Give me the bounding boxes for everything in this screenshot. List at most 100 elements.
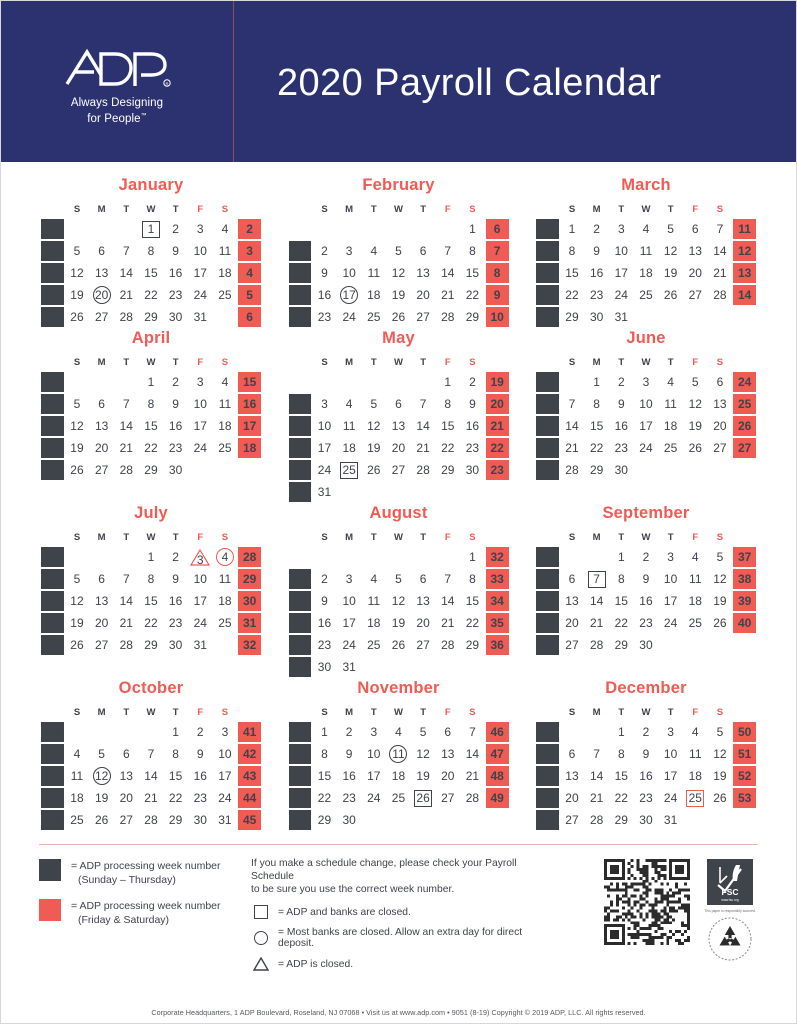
calendar-day[interactable]: 25	[684, 788, 707, 808]
calendar-day[interactable]: 8	[610, 744, 633, 764]
calendar-day[interactable]: 4	[659, 372, 682, 392]
calendar-day[interactable]: 5	[412, 722, 435, 742]
calendar-day[interactable]: 9	[164, 569, 187, 589]
calendar-day[interactable]: 5	[709, 547, 732, 567]
calendar-day[interactable]: 23	[313, 635, 336, 655]
calendar-day[interactable]: 17	[659, 766, 682, 786]
calendar-day[interactable]: 18	[214, 416, 237, 436]
calendar-day[interactable]: 24	[189, 438, 212, 458]
calendar-day[interactable]: 16	[461, 416, 484, 436]
calendar-day[interactable]: 27	[684, 285, 707, 305]
calendar-day[interactable]: 12	[362, 416, 385, 436]
calendar-day[interactable]: 16	[313, 613, 336, 633]
calendar-day[interactable]: 10	[338, 263, 361, 283]
calendar-day[interactable]: 28	[461, 788, 484, 808]
calendar-day[interactable]: 25	[214, 285, 237, 305]
calendar-day[interactable]: 16	[164, 591, 187, 611]
calendar-day[interactable]: 28	[709, 285, 732, 305]
calendar-day[interactable]: 2	[585, 219, 608, 239]
calendar-day[interactable]: 6	[115, 744, 138, 764]
calendar-day[interactable]: 3	[659, 722, 682, 742]
calendar-day[interactable]: 29	[585, 460, 608, 480]
calendar-day[interactable]: 30	[313, 657, 336, 677]
calendar-day[interactable]: 21	[709, 263, 732, 283]
calendar-day[interactable]: 26	[412, 788, 435, 808]
calendar-day[interactable]: 22	[561, 285, 584, 305]
calendar-day[interactable]: 23	[338, 788, 361, 808]
calendar-day[interactable]: 30	[635, 810, 658, 830]
calendar-day[interactable]: 28	[561, 460, 584, 480]
calendar-day[interactable]: 1	[436, 372, 459, 392]
calendar-day[interactable]: 8	[140, 241, 163, 261]
calendar-day[interactable]: 21	[436, 285, 459, 305]
calendar-day[interactable]: 13	[412, 263, 435, 283]
calendar-day[interactable]: 14	[461, 744, 484, 764]
calendar-day[interactable]: 14	[115, 591, 138, 611]
calendar-day[interactable]: 3	[189, 372, 212, 392]
calendar-day[interactable]: 22	[140, 285, 163, 305]
calendar-day[interactable]: 3	[338, 569, 361, 589]
calendar-day[interactable]: 23	[585, 285, 608, 305]
calendar-day[interactable]: 3	[610, 219, 633, 239]
calendar-day[interactable]: 28	[585, 635, 608, 655]
calendar-day[interactable]: 27	[709, 438, 732, 458]
calendar-day[interactable]: 30	[164, 307, 187, 327]
calendar-day[interactable]: 29	[140, 635, 163, 655]
calendar-day[interactable]: 26	[66, 460, 89, 480]
calendar-day[interactable]: 19	[709, 591, 732, 611]
calendar-day[interactable]: 7	[585, 744, 608, 764]
calendar-day[interactable]: 31	[610, 307, 633, 327]
calendar-day[interactable]: 9	[461, 394, 484, 414]
calendar-day[interactable]: 8	[610, 569, 633, 589]
calendar-day[interactable]: 10	[313, 416, 336, 436]
calendar-day[interactable]: 1	[561, 219, 584, 239]
calendar-day[interactable]: 19	[387, 285, 410, 305]
calendar-day[interactable]: 19	[66, 613, 89, 633]
calendar-day[interactable]: 18	[338, 438, 361, 458]
calendar-day[interactable]: 22	[313, 788, 336, 808]
calendar-day[interactable]: 15	[313, 766, 336, 786]
calendar-day[interactable]: 11	[387, 744, 410, 764]
calendar-day[interactable]: 10	[338, 591, 361, 611]
calendar-day[interactable]: 7	[585, 569, 608, 589]
calendar-day[interactable]: 29	[610, 635, 633, 655]
calendar-day[interactable]: 3	[313, 394, 336, 414]
calendar-day[interactable]: 10	[659, 744, 682, 764]
calendar-day[interactable]: 6	[561, 569, 584, 589]
calendar-day[interactable]: 10	[635, 394, 658, 414]
calendar-day[interactable]: 31	[313, 482, 336, 502]
calendar-day[interactable]: 27	[412, 635, 435, 655]
calendar-day[interactable]: 11	[362, 591, 385, 611]
calendar-day[interactable]: 19	[709, 766, 732, 786]
calendar-day[interactable]: 16	[164, 263, 187, 283]
calendar-day[interactable]: 17	[610, 263, 633, 283]
calendar-day[interactable]: 30	[164, 635, 187, 655]
calendar-day[interactable]: 25	[338, 460, 361, 480]
calendar-day[interactable]: 24	[610, 285, 633, 305]
calendar-day[interactable]: 22	[140, 613, 163, 633]
calendar-day[interactable]: 9	[164, 394, 187, 414]
calendar-day[interactable]: 5	[387, 241, 410, 261]
calendar-day[interactable]: 18	[635, 263, 658, 283]
calendar-day[interactable]: 2	[461, 372, 484, 392]
calendar-day[interactable]: 19	[362, 438, 385, 458]
calendar-day[interactable]: 17	[362, 766, 385, 786]
calendar-day[interactable]: 16	[635, 766, 658, 786]
calendar-day[interactable]: 7	[461, 722, 484, 742]
calendar-day[interactable]: 6	[412, 569, 435, 589]
calendar-day[interactable]: 10	[214, 744, 237, 764]
calendar-day[interactable]: 28	[412, 460, 435, 480]
calendar-day[interactable]: 11	[362, 263, 385, 283]
calendar-day[interactable]: 18	[362, 285, 385, 305]
calendar-day[interactable]: 18	[66, 788, 89, 808]
calendar-day[interactable]: 13	[436, 744, 459, 764]
calendar-day[interactable]: 14	[561, 416, 584, 436]
calendar-day[interactable]: 3	[362, 722, 385, 742]
calendar-day[interactable]: 22	[436, 438, 459, 458]
calendar-day[interactable]: 17	[189, 263, 212, 283]
calendar-day[interactable]: 16	[338, 766, 361, 786]
calendar-day[interactable]: 2	[313, 569, 336, 589]
calendar-day[interactable]: 25	[362, 307, 385, 327]
calendar-day[interactable]: 4	[214, 219, 237, 239]
calendar-day[interactable]: 15	[164, 766, 187, 786]
